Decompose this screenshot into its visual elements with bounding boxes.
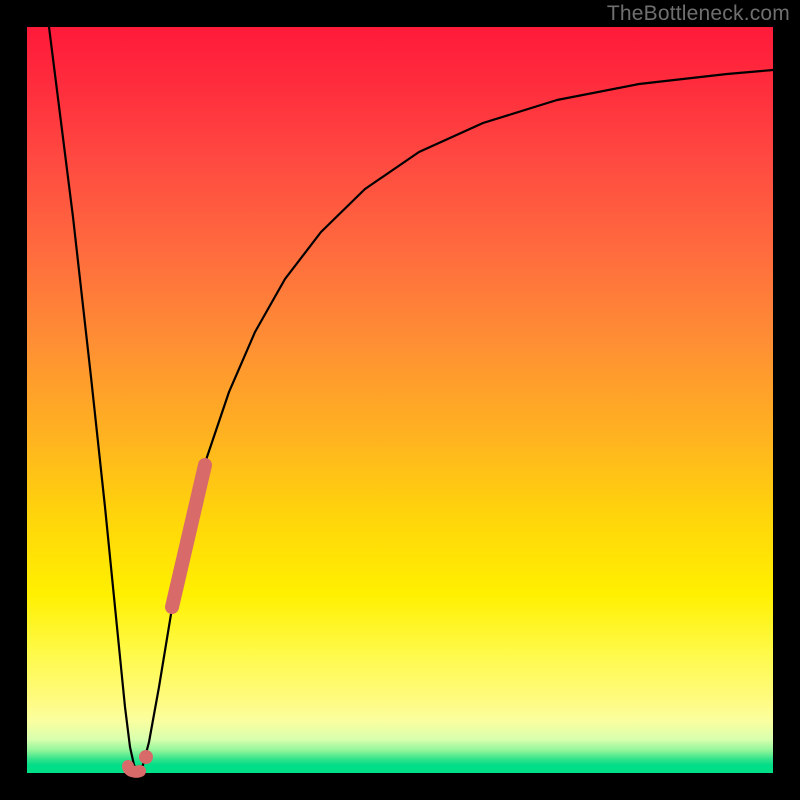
chart-frame: TheBottleneck.com — [0, 0, 800, 800]
bottleneck-curve — [49, 27, 773, 771]
watermark-text: TheBottleneck.com — [607, 2, 790, 26]
curve-svg — [27, 27, 773, 773]
highlight-valley-hook — [128, 766, 140, 772]
plot-area — [27, 27, 773, 773]
highlight-valley-dot — [139, 750, 153, 764]
highlight-rising-segment — [172, 465, 205, 607]
